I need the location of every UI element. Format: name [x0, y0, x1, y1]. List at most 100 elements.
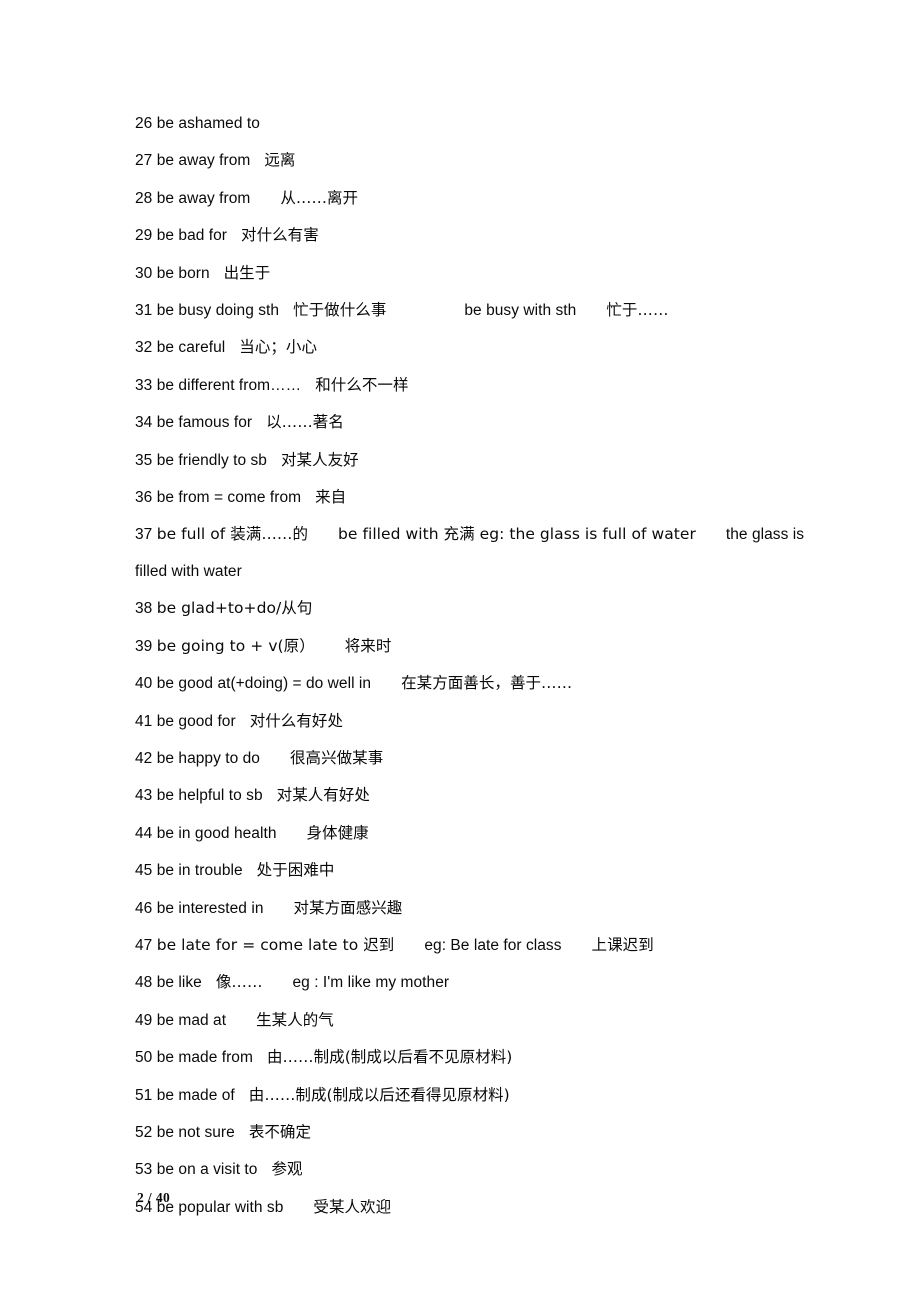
- phrase-entry: 52 be not sure 表不确定: [135, 1114, 807, 1151]
- entry-phrase: be in trouble: [156, 862, 243, 880]
- entry-meaning: eg: Be late for class: [424, 936, 562, 954]
- phrase-entry: 38 be glad+to+do/从句: [135, 590, 807, 627]
- phrase-entry: 37 be full of 装满……的 be filled with 充满 eg:…: [135, 516, 807, 590]
- entry-number: 31: [135, 302, 157, 320]
- document-page: 26 be ashamed to 27 be away from 远离 28 be a…: [0, 0, 920, 1302]
- entry-phrase: be away from: [156, 189, 251, 207]
- phrase-entry: 49 be mad at 生某人的气: [135, 1002, 807, 1039]
- phrase-entry: 35 be friendly to sb 对某人友好: [135, 442, 807, 479]
- entry-number: 32: [135, 339, 157, 357]
- entry-number: 46: [135, 899, 157, 917]
- entry-number: 29: [135, 227, 157, 245]
- entry-number: 38: [135, 600, 157, 618]
- entry-meaning: 参观: [271, 1160, 303, 1179]
- entry-phrase: be friendly to sb: [156, 451, 267, 469]
- phrase-entry: 51 be made of 由……制成(制成以后还看得见原材料): [135, 1077, 807, 1114]
- phrase-entry: 43 be helpful to sb 对某人有好处: [135, 777, 807, 814]
- entry-meaning: 表不确定: [248, 1122, 312, 1141]
- entry-meaning: 远离: [264, 151, 296, 170]
- phrase-list: 26 be ashamed to 27 be away from 远离 28 be a…: [135, 106, 807, 1226]
- entry-phrase: be good at(+doing) = do well in: [156, 675, 372, 693]
- entry-number: 52: [135, 1123, 157, 1141]
- entry-phrase: be in good health: [156, 824, 277, 842]
- entry-extra: 上课迟到: [591, 935, 654, 954]
- entry-phrase: be late for = come late to 迟到: [156, 935, 395, 954]
- entry-meaning: 忙于做什么事: [293, 301, 387, 320]
- entry-number: 34: [135, 414, 157, 432]
- entry-phrase: be mad at: [156, 1011, 227, 1029]
- entry-number: 27: [135, 152, 157, 170]
- entry-phrase: be made from: [156, 1049, 253, 1067]
- entry-phrase: be different from……: [156, 376, 302, 394]
- entry-phrase: be happy to do: [156, 749, 260, 767]
- entry-phrase: be born: [156, 264, 210, 282]
- entry-phrase: be away from: [156, 152, 251, 170]
- entry-number: 51: [135, 1086, 157, 1104]
- phrase-entry: 27 be away from 远离: [135, 142, 807, 179]
- entry-meaning: be filled with 充满 eg: the glass is full …: [338, 525, 696, 544]
- entry-phrase: be good for: [156, 712, 236, 730]
- entry-meaning: 在某方面善长，善于……: [401, 674, 573, 693]
- entry-meaning: 对什么有好处: [249, 711, 343, 730]
- page-number-footer: 2 / 40: [137, 1190, 171, 1205]
- entry-phrase: be ashamed to: [156, 115, 260, 132]
- entry-phrase: be busy doing sth: [156, 302, 280, 320]
- entry-extra: be busy with sth: [464, 302, 577, 320]
- entry-number: 41: [135, 712, 157, 730]
- entry-number: 28: [135, 189, 157, 207]
- entry-phrase: be bad for: [156, 227, 228, 245]
- phrase-entry: 31 be busy doing sth 忙于做什么事 be busy with s…: [135, 292, 807, 329]
- entry-meaning: 来自: [315, 488, 347, 507]
- entry-phrase: be full of 装满……的: [156, 525, 308, 544]
- phrase-entry: 50 be made from 由……制成(制成以后看不见原材料): [135, 1039, 807, 1076]
- entry-meaning: 以……著名: [266, 413, 344, 432]
- phrase-entry: 44 be in good health 身体健康: [135, 815, 807, 852]
- entry-number: 26: [135, 115, 157, 132]
- phrase-entry: 30 be born 出生于: [135, 255, 807, 292]
- phrase-entry: 32 be careful 当心；小心: [135, 329, 807, 366]
- phrase-entry: 54 be popular with sb 受某人欢迎: [135, 1189, 807, 1226]
- entry-number: 42: [135, 749, 157, 767]
- entry-number: 33: [135, 376, 157, 394]
- entry-phrase: be helpful to sb: [156, 787, 263, 805]
- entry-number: 48: [135, 974, 157, 992]
- entry-number: 40: [135, 675, 157, 693]
- phrase-entry: 28 be away from 从……离开: [135, 180, 807, 217]
- entry-phrase: be from = come from: [156, 489, 302, 507]
- entry-phrase: be like: [156, 974, 202, 992]
- entry-phrase: be famous for: [156, 414, 253, 432]
- entry-number: 49: [135, 1011, 157, 1029]
- entry-meaning: 处于困难中: [256, 861, 335, 880]
- entry-phrase: be careful: [156, 339, 226, 357]
- entry-meaning: 由……制成(制成以后看不见原材料): [266, 1048, 513, 1067]
- phrase-entry: 42 be happy to do 很高兴做某事: [135, 740, 807, 777]
- entry-number: 44: [135, 824, 157, 842]
- entry-phrase: be going to + v(原）: [156, 636, 315, 655]
- entry-phrase: be interested in: [156, 899, 264, 917]
- phrase-entry: 33 be different from…… 和什么不一样: [135, 367, 807, 404]
- entry-meaning: 对某方面感兴趣: [293, 898, 403, 917]
- entry-meaning: 由……制成(制成以后还看得见原材料): [248, 1085, 510, 1104]
- entry-number: 37: [135, 526, 157, 544]
- phrase-entry: 34 be famous for 以……著名: [135, 404, 807, 441]
- entry-number: 53: [135, 1161, 157, 1179]
- entry-meaning: 身体健康: [306, 823, 369, 842]
- phrase-entry: 36 be from = come from 来自: [135, 479, 807, 516]
- entry-number: 47: [135, 936, 157, 954]
- entry-meaning: 从……离开: [280, 188, 359, 207]
- phrase-entry: 41 be good for 对什么有好处: [135, 703, 807, 740]
- phrase-entry: 39 be going to + v(原） 将来时: [135, 628, 807, 665]
- entry-meaning: 对什么有害: [241, 226, 319, 245]
- entry-phrase: be made of: [156, 1086, 235, 1104]
- entry-number: 36: [135, 489, 157, 507]
- entry-meaning: 生某人的气: [256, 1010, 334, 1029]
- entry-meaning: 像……: [215, 973, 263, 992]
- phrase-entry: 29 be bad for 对什么有害: [135, 217, 807, 254]
- entry-meaning: 出生于: [223, 263, 271, 282]
- entry-phrase: be on a visit to: [156, 1161, 258, 1179]
- phrase-entry: 45 be in trouble 处于困难中: [135, 852, 807, 889]
- entry-extra: eg : I'm like my mother: [292, 974, 450, 992]
- entry-meaning: 和什么不一样: [315, 375, 409, 394]
- entry-phrase: be not sure: [156, 1123, 235, 1141]
- entry-extra-meaning: 忙于……: [606, 301, 669, 320]
